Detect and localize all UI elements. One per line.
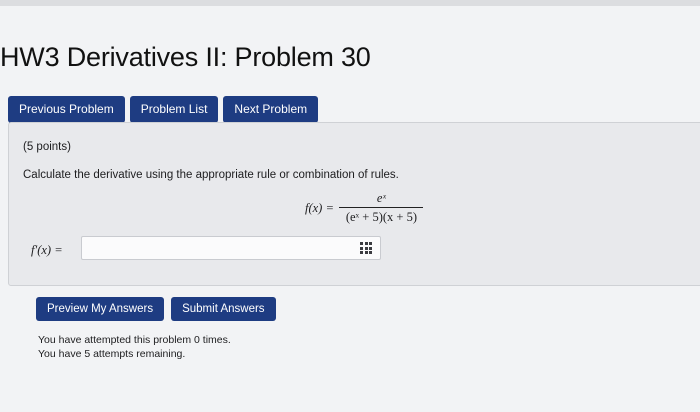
problem-panel: (5 points) Calculate the derivative usin… bbox=[8, 122, 700, 286]
grid-dot bbox=[360, 242, 363, 245]
problem-instructions: Calculate the derivative using the appro… bbox=[23, 169, 399, 181]
problem-list-button[interactable]: Problem List bbox=[129, 96, 219, 123]
problem-navigation: Previous Problem Problem List Next Probl… bbox=[8, 96, 319, 123]
answer-label: f′(x) = bbox=[31, 243, 63, 257]
page-title: HW3 Derivatives II: Problem 30 bbox=[0, 42, 371, 72]
next-problem-button[interactable]: Next Problem bbox=[223, 96, 319, 123]
preview-answers-button[interactable]: Preview My Answers bbox=[36, 297, 165, 321]
grid-dot bbox=[369, 242, 372, 245]
answer-actions: Preview My Answers Submit Answers bbox=[36, 297, 276, 321]
attempts-remaining-text: You have 5 attempts remaining. bbox=[38, 348, 186, 360]
formula-lhs: f(x) bbox=[305, 200, 323, 215]
grid-dot bbox=[364, 246, 368, 250]
problem-points: (5 points) bbox=[23, 141, 71, 153]
grid-icon[interactable] bbox=[360, 242, 374, 254]
problem-formula: f(x) = eˣ (eˣ + 5)(x + 5) bbox=[305, 191, 424, 225]
grid-dot bbox=[364, 251, 368, 254]
attempts-info: You have attempted this problem 0 times.… bbox=[38, 333, 231, 361]
grid-dot bbox=[360, 246, 363, 250]
grid-dot bbox=[369, 251, 372, 254]
attempted-count-text: You have attempted this problem 0 times. bbox=[38, 334, 231, 346]
previous-problem-button[interactable]: Previous Problem bbox=[8, 96, 125, 123]
grid-dot bbox=[364, 242, 368, 245]
submit-answers-button[interactable]: Submit Answers bbox=[171, 297, 276, 321]
grid-dot bbox=[360, 251, 363, 254]
answer-input[interactable] bbox=[81, 236, 381, 260]
top-rule bbox=[0, 0, 700, 6]
formula-numerator: eˣ bbox=[376, 191, 386, 205]
grid-dot bbox=[369, 246, 372, 250]
formula-denominator: (eˣ + 5)(x + 5) bbox=[345, 210, 417, 224]
formula-fraction: eˣ (eˣ + 5)(x + 5) bbox=[339, 191, 424, 225]
formula-equals: = bbox=[326, 200, 334, 215]
